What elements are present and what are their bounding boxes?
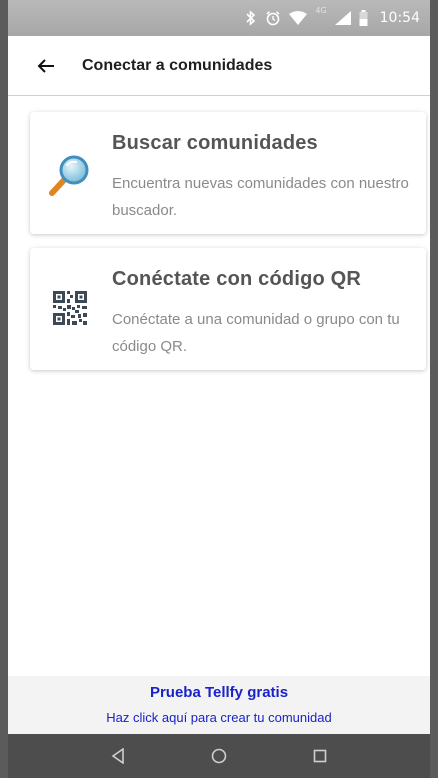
nav-back-button[interactable] xyxy=(98,736,138,776)
app-bar: Conectar a comunidades xyxy=(8,36,430,96)
signal-icon xyxy=(334,11,351,25)
card-description: Encuentra nuevas comunidades con nuestro… xyxy=(112,175,409,219)
home-circle-icon xyxy=(211,748,227,764)
promo-title: Prueba Tellfy gratis xyxy=(149,684,289,701)
wifi-icon xyxy=(289,11,308,25)
arrow-left-icon xyxy=(37,58,54,73)
network-type-label: 4G xyxy=(315,6,327,15)
alarm-icon xyxy=(265,10,281,26)
system-navigation-bar xyxy=(8,734,430,778)
card-description: Conéctate a una comunidad o grupo con tu… xyxy=(112,311,400,355)
app-screen: 4G 10:54 Conectar a comunidades Buscar c… xyxy=(8,0,430,778)
status-time: 10:54 xyxy=(379,10,420,26)
back-button[interactable] xyxy=(22,42,70,90)
nav-home-button[interactable] xyxy=(199,736,239,776)
bluetooth-icon xyxy=(245,10,257,26)
create-community-promo[interactable]: Prueba Tellfy gratis Haz click aquí para… xyxy=(8,676,430,734)
qr-code-icon xyxy=(46,284,94,332)
back-triangle-icon xyxy=(111,748,125,764)
magnifier-icon xyxy=(46,152,94,200)
recents-square-icon xyxy=(313,749,326,763)
card-title: Buscar comunidades xyxy=(112,132,318,154)
search-communities-card[interactable]: Buscar comunidades Encuentra nuevas comu… xyxy=(30,112,426,234)
nav-recents-button[interactable] xyxy=(300,736,340,776)
status-bar: 4G 10:54 xyxy=(8,0,430,36)
promo-link[interactable]: Haz click aquí para crear tu comunidad xyxy=(8,710,430,725)
qr-connect-card[interactable]: Conéctate con código QR Conéctate a una … xyxy=(30,248,426,370)
card-title: Conéctate con código QR xyxy=(112,268,362,290)
battery-icon xyxy=(359,10,368,26)
page-title: Conectar a comunidades xyxy=(82,56,273,74)
